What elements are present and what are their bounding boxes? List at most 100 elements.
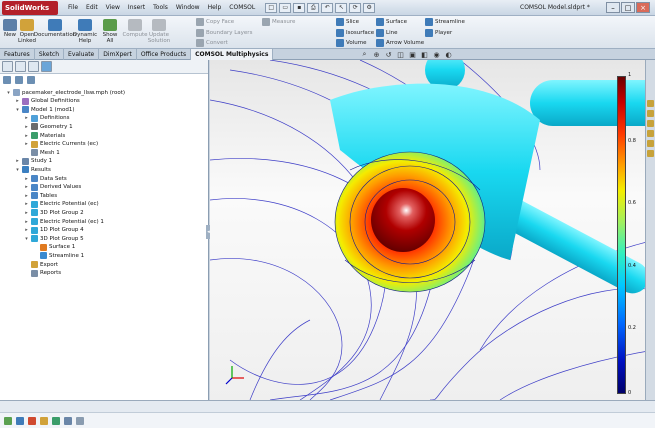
comsol-tree-icon[interactable] bbox=[41, 61, 52, 72]
compute-icon bbox=[128, 19, 142, 31]
convert-button[interactable]: Convert bbox=[196, 38, 228, 48]
expander-icon[interactable]: ▸ bbox=[15, 158, 20, 164]
menu-tools[interactable]: Tools bbox=[149, 4, 172, 11]
save-icon[interactable]: ▪ bbox=[293, 2, 306, 13]
feature-manager-icon[interactable] bbox=[2, 61, 13, 72]
player-icon bbox=[425, 29, 433, 37]
view-orientation-icon[interactable]: ▣ bbox=[408, 50, 417, 59]
menu-insert[interactable]: Insert bbox=[124, 4, 149, 11]
collapse-icon[interactable] bbox=[3, 76, 11, 84]
open-icon[interactable]: ▭ bbox=[279, 2, 292, 13]
expander-icon[interactable]: ▸ bbox=[24, 201, 29, 207]
update-solution-button[interactable]: Update Solution bbox=[148, 19, 170, 44]
expander-icon[interactable]: ▾ bbox=[24, 236, 29, 242]
section-view-icon[interactable]: ◫ bbox=[396, 50, 405, 59]
tab-office-products[interactable]: Office Products bbox=[137, 49, 192, 60]
menu-file[interactable]: File bbox=[64, 4, 82, 11]
electrode-ball-tip bbox=[371, 188, 435, 252]
expander-icon[interactable]: ▸ bbox=[24, 193, 29, 199]
documentation-button[interactable]: Documentation bbox=[34, 19, 76, 38]
table-icon[interactable] bbox=[52, 416, 60, 425]
scene-icon[interactable]: ◐ bbox=[444, 50, 453, 59]
menu-edit[interactable]: Edit bbox=[82, 4, 102, 11]
tab-features[interactable]: Features bbox=[0, 49, 35, 60]
appearances-icon[interactable] bbox=[647, 140, 654, 147]
previous-view-icon[interactable]: ↺ bbox=[384, 50, 393, 59]
tab-evaluate[interactable]: Evaluate bbox=[64, 49, 100, 60]
filter-icon[interactable] bbox=[27, 76, 35, 84]
tree-node[interactable]: Reports bbox=[24, 269, 61, 278]
expander-icon[interactable]: ▸ bbox=[24, 124, 29, 130]
expand-icon[interactable] bbox=[15, 76, 23, 84]
expander-icon[interactable]: ▾ bbox=[6, 90, 11, 96]
show-all-button[interactable]: Show All bbox=[99, 19, 121, 44]
view-palette-icon[interactable] bbox=[647, 130, 654, 137]
expander-icon[interactable]: ▸ bbox=[24, 210, 29, 216]
delete-icon[interactable] bbox=[28, 416, 36, 425]
tab-dimxpert[interactable]: DimXpert bbox=[99, 49, 137, 60]
zoom-fit-icon[interactable]: ⌕ bbox=[360, 50, 369, 59]
tree-node-icon bbox=[31, 269, 38, 277]
expander-icon[interactable]: ▸ bbox=[24, 141, 29, 147]
graphics-viewport[interactable] bbox=[210, 60, 655, 400]
select-icon[interactable]: ↖ bbox=[335, 2, 348, 13]
tree-node-icon bbox=[40, 243, 47, 251]
config-manager-icon[interactable] bbox=[28, 61, 39, 72]
resources-icon[interactable] bbox=[647, 100, 654, 107]
new-doc-icon[interactable]: □ bbox=[265, 2, 278, 13]
streamline-button[interactable]: Streamline bbox=[425, 17, 465, 27]
menu-view[interactable]: View bbox=[102, 4, 124, 11]
expander-icon[interactable]: ▸ bbox=[15, 98, 20, 104]
add-icon[interactable] bbox=[4, 416, 12, 425]
expander-icon[interactable]: ▾ bbox=[15, 107, 20, 113]
display-style-icon[interactable]: ◧ bbox=[420, 50, 429, 59]
new-button[interactable]: New bbox=[3, 19, 17, 38]
move-icon[interactable] bbox=[16, 416, 24, 425]
rebuild-icon[interactable]: ⟳ bbox=[349, 2, 362, 13]
copy-icon[interactable] bbox=[40, 416, 48, 425]
custom-properties-icon[interactable] bbox=[647, 150, 654, 157]
hide-show-icon[interactable]: ◉ bbox=[432, 50, 441, 59]
tree-node-label: Data Sets bbox=[40, 175, 67, 182]
boundary-layers-button[interactable]: Boundary Layers bbox=[196, 28, 252, 38]
surface-button[interactable]: Surface bbox=[376, 17, 407, 27]
expander-icon[interactable]: ▸ bbox=[24, 115, 29, 121]
menu-window[interactable]: Window bbox=[172, 4, 204, 11]
measure-button[interactable]: Measure bbox=[262, 17, 295, 27]
design-library-icon[interactable] bbox=[647, 110, 654, 117]
tab-comsol-multiphysics[interactable]: COMSOL Multiphysics bbox=[191, 49, 274, 60]
tab-sketch[interactable]: Sketch bbox=[35, 49, 65, 60]
expander-icon[interactable]: ▾ bbox=[15, 167, 20, 173]
arrow-volume-button[interactable]: Arrow Volume bbox=[376, 38, 424, 48]
undo-icon[interactable]: ↶ bbox=[321, 2, 334, 13]
status-bar bbox=[0, 400, 655, 412]
menu-comsol[interactable]: COMSOL bbox=[225, 4, 259, 11]
solidworks-logo: SolidWorks bbox=[2, 0, 58, 15]
zoom-area-icon[interactable]: ⊕ bbox=[372, 50, 381, 59]
expander-icon[interactable]: ▸ bbox=[24, 176, 29, 182]
player-button[interactable]: Player bbox=[425, 28, 452, 38]
close-icon[interactable]: × bbox=[636, 2, 650, 13]
minimize-icon[interactable]: – bbox=[606, 2, 620, 13]
menu-help[interactable]: Help bbox=[204, 4, 226, 11]
isosurface-button[interactable]: Isosurface bbox=[336, 28, 374, 38]
volume-button[interactable]: Volume bbox=[336, 38, 366, 48]
property-manager-icon[interactable] bbox=[15, 61, 26, 72]
expander-icon[interactable]: ▸ bbox=[24, 227, 29, 233]
tree-node-label: Electric Potential (ec) bbox=[40, 201, 99, 208]
expander-icon[interactable]: ▸ bbox=[24, 219, 29, 225]
copy-face-button[interactable]: Copy Face bbox=[196, 17, 234, 27]
print-icon[interactable]: ⎙ bbox=[307, 2, 320, 13]
slice-button[interactable]: Slice bbox=[336, 17, 359, 27]
settings-icon[interactable] bbox=[64, 416, 72, 425]
expander-icon[interactable]: ▸ bbox=[24, 133, 29, 139]
options-icon[interactable]: ⚙ bbox=[363, 2, 376, 13]
dropdown-icon[interactable] bbox=[76, 416, 84, 425]
file-explorer-icon[interactable] bbox=[647, 120, 654, 127]
expander-icon[interactable]: ▸ bbox=[24, 184, 29, 190]
line-button[interactable]: Line bbox=[376, 28, 397, 38]
dynamic-help-button[interactable]: Dynamic Help bbox=[73, 19, 97, 44]
isosurface-icon bbox=[336, 29, 344, 37]
compute-button[interactable]: Compute bbox=[122, 19, 148, 38]
maximize-icon[interactable]: □ bbox=[621, 2, 635, 13]
